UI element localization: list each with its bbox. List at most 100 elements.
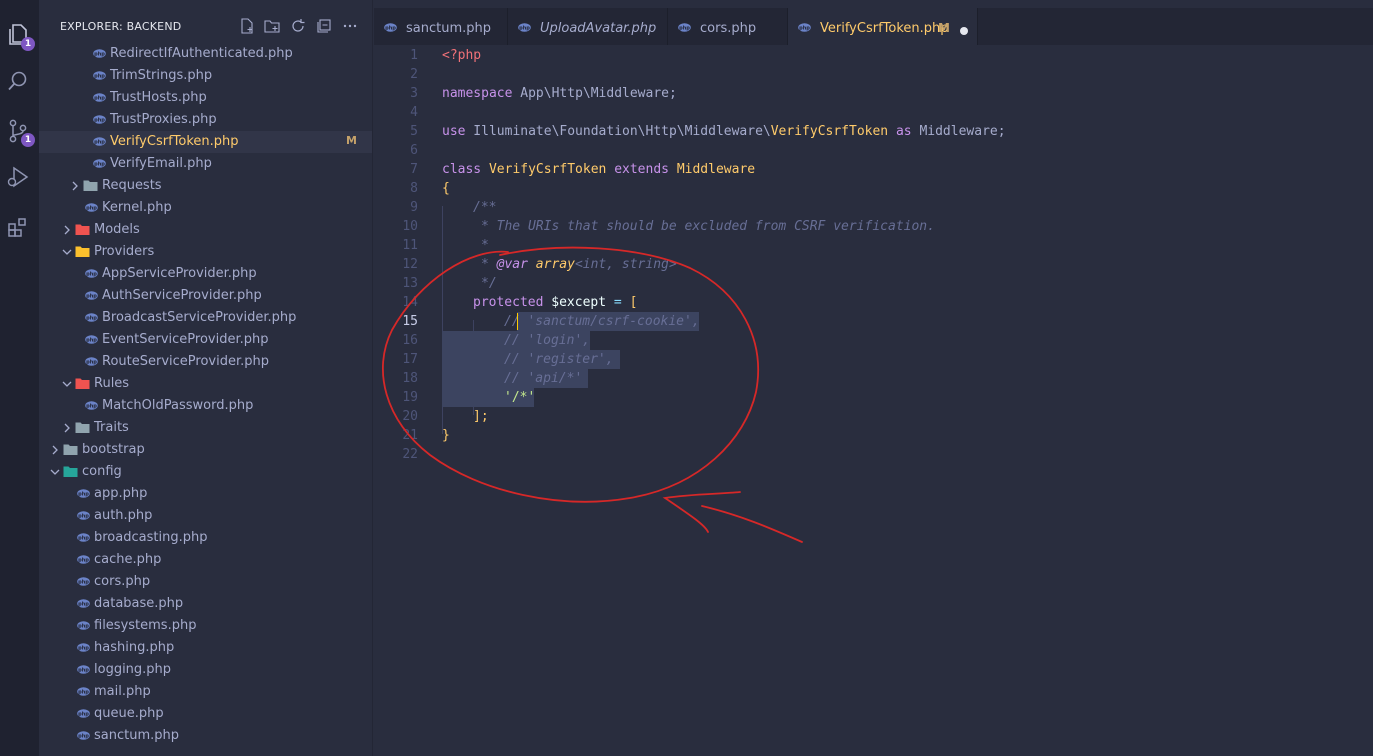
file-row[interactable]: php cache.php xyxy=(39,549,372,571)
file-row[interactable]: php MatchOldPassword.php xyxy=(39,395,372,417)
tab-label: cors.php xyxy=(700,21,757,36)
php-file-icon: php xyxy=(77,511,90,520)
code-line-5: use Illuminate\Foundation\Http\Middlewar… xyxy=(442,124,1006,139)
chevron-right-icon[interactable] xyxy=(49,444,61,456)
file-label: filesystems.php xyxy=(94,618,197,633)
explorer-icon[interactable]: 1 xyxy=(3,20,35,51)
file-row[interactable]: php auth.php xyxy=(39,505,372,527)
folder-row[interactable]: Requests xyxy=(39,175,372,197)
php-file-icon: php xyxy=(93,49,106,58)
php-file-icon: php xyxy=(85,203,98,212)
explorer-title: EXPLORER: BACKEND xyxy=(60,20,182,33)
folder-open-icon xyxy=(75,246,90,257)
php-file-icon: php xyxy=(77,643,90,652)
activity-bar: 1 1 xyxy=(0,0,39,756)
line-number: 4 xyxy=(410,105,418,120)
tab-cors[interactable]: php cors.php xyxy=(668,8,788,45)
file-row[interactable]: php sanctum.php xyxy=(39,725,372,747)
new-folder-icon[interactable] xyxy=(264,18,280,34)
chevron-right-icon[interactable] xyxy=(61,224,73,236)
svg-text:php: php xyxy=(679,25,690,31)
file-row[interactable]: php AppServiceProvider.php xyxy=(39,263,372,285)
tab-upload-avatar[interactable]: php UploadAvatar.php xyxy=(508,8,668,45)
file-row[interactable]: php BroadcastServiceProvider.php xyxy=(39,307,372,329)
tab-sanctum[interactable]: php sanctum.php xyxy=(374,8,508,45)
file-row[interactable]: php cors.php xyxy=(39,571,372,593)
folder-row[interactable]: config xyxy=(39,461,372,483)
run-debug-icon[interactable] xyxy=(3,162,33,192)
file-row[interactable]: php hashing.php xyxy=(39,637,372,659)
line-number: 19 xyxy=(402,390,418,405)
folder-row[interactable]: Rules xyxy=(39,373,372,395)
chevron-down-icon[interactable] xyxy=(61,246,73,258)
source-control-badge: 1 xyxy=(21,133,35,147)
svg-text:php: php xyxy=(86,271,97,277)
php-file-icon: php xyxy=(93,71,106,80)
line-number: 2 xyxy=(410,67,418,82)
php-file-icon: php xyxy=(85,291,98,300)
file-row[interactable]: php mail.php xyxy=(39,681,372,703)
file-row[interactable]: php app.php xyxy=(39,483,372,505)
code-line-12: * @var array<int, string> xyxy=(481,257,677,272)
chevron-right-icon[interactable] xyxy=(69,180,81,192)
tab-label: UploadAvatar.php xyxy=(540,21,657,36)
file-row[interactable]: php EventServiceProvider.php xyxy=(39,329,372,351)
php-file-icon: php xyxy=(85,401,98,410)
file-row[interactable]: php RouteServiceProvider.php xyxy=(39,351,372,373)
line-number: 5 xyxy=(410,124,418,139)
folder-row[interactable]: Traits xyxy=(39,417,372,439)
file-row[interactable]: php VerifyEmail.php xyxy=(39,153,372,175)
more-actions-icon[interactable] xyxy=(342,18,358,34)
unsaved-dot-icon[interactable] xyxy=(960,27,968,35)
file-row[interactable]: php AuthServiceProvider.php xyxy=(39,285,372,307)
folder-label: Rules xyxy=(94,376,130,391)
file-row[interactable]: php TrustProxies.php xyxy=(39,109,372,131)
file-label: app.php xyxy=(94,486,148,501)
editor-area: php sanctum.php php UploadAvatar.php php… xyxy=(374,0,1373,756)
tab-bar: php sanctum.php php UploadAvatar.php php… xyxy=(374,8,1373,45)
php-file-icon: php xyxy=(77,621,90,630)
tab-verify-csrf-token[interactable]: php VerifyCsrfToken.php M xyxy=(788,8,978,45)
file-row[interactable]: php broadcasting.php xyxy=(39,527,372,549)
folder-row[interactable]: bootstrap xyxy=(39,439,372,461)
svg-text:php: php xyxy=(78,623,89,629)
folder-row[interactable]: Providers xyxy=(39,241,372,263)
folder-row[interactable]: Models xyxy=(39,219,372,241)
file-row[interactable]: php TrustHosts.php xyxy=(39,87,372,109)
code-editor[interactable]: 1 2 3 4 5 6 7 8 9 10 11 12 13 14 15 16 17 18 19 20 21 22 <?ph… xyxy=(374,46,1373,756)
tab-label: VerifyCsrfToken.php xyxy=(820,21,949,36)
svg-text:php: php xyxy=(78,535,89,541)
chevron-down-icon[interactable] xyxy=(61,378,73,390)
file-row[interactable]: php filesystems.php xyxy=(39,615,372,637)
refresh-icon[interactable] xyxy=(290,18,306,34)
php-file-icon: php xyxy=(85,335,98,344)
new-file-icon[interactable] xyxy=(239,18,255,34)
line-number: 8 xyxy=(410,181,418,196)
php-file-icon: php xyxy=(85,357,98,366)
folder-label: Providers xyxy=(94,244,155,259)
chevron-right-icon[interactable] xyxy=(61,422,73,434)
svg-text:php: php xyxy=(385,25,396,31)
source-control-icon[interactable]: 1 xyxy=(3,116,35,147)
collapse-all-icon[interactable] xyxy=(316,18,332,34)
php-file-icon: php xyxy=(678,23,691,32)
tab-label: sanctum.php xyxy=(406,21,492,36)
code-line-16: // 'login', xyxy=(504,333,591,348)
folder-label: Requests xyxy=(102,178,162,193)
file-row[interactable]: php logging.php xyxy=(39,659,372,681)
svg-text:php: php xyxy=(86,315,97,321)
line-number: 10 xyxy=(402,219,418,234)
file-label: TrustHosts.php xyxy=(110,90,207,105)
file-row[interactable]: php RedirectIfAuthenticated.php xyxy=(39,43,372,65)
file-row[interactable]: php VerifyCsrfToken.php M xyxy=(39,131,372,153)
file-row[interactable]: php TrimStrings.php xyxy=(39,65,372,87)
folder-icon xyxy=(83,180,98,191)
extensions-icon[interactable] xyxy=(3,212,33,242)
search-icon[interactable] xyxy=(3,66,33,96)
svg-text:php: php xyxy=(86,403,97,409)
file-row[interactable]: php queue.php xyxy=(39,703,372,725)
file-row[interactable]: php Kernel.php xyxy=(39,197,372,219)
chevron-down-icon[interactable] xyxy=(49,466,61,478)
file-row[interactable]: php database.php xyxy=(39,593,372,615)
code-line-1: <?php xyxy=(442,48,482,63)
